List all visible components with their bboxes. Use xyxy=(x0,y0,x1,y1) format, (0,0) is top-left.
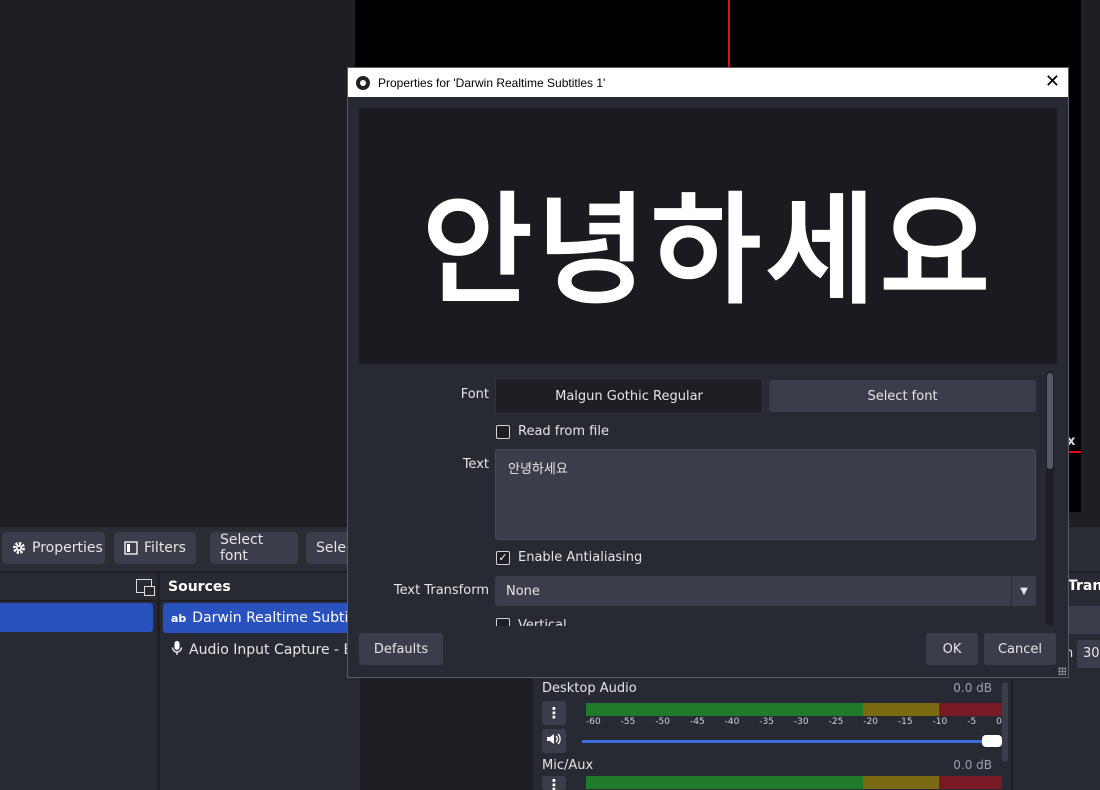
volume-meter xyxy=(586,703,1002,716)
text-source-icon: ab xyxy=(171,611,187,625)
antialiasing-row[interactable]: ✓ Enable Antialiasing xyxy=(496,550,642,565)
transitions-title: Trans xyxy=(1068,578,1100,594)
text-label: Text xyxy=(462,457,489,472)
sources-title: Sources xyxy=(160,573,360,601)
scene-item-selected[interactable] xyxy=(0,603,153,632)
filters-label: Filters xyxy=(144,540,186,556)
channel-name: Mic/Aux xyxy=(542,758,594,773)
tick-label: -40 xyxy=(724,717,740,727)
scenes-dock-header xyxy=(0,573,157,601)
read-from-file-checkbox[interactable] xyxy=(496,424,510,439)
speaker-icon xyxy=(546,732,562,750)
mixer-channel-desktop: Desktop Audio 0.0 dB ⋮ -60 -55 -50 -45 -… xyxy=(542,681,1002,753)
meter-ticks: -60 -55 -50 -45 -40 -35 -30 -25 -20 -15 … xyxy=(586,717,1002,727)
resize-grip-icon[interactable] xyxy=(1058,667,1066,675)
audio-mixer-dock: Desktop Audio 0.0 dB ⋮ -60 -55 -50 -45 -… xyxy=(533,677,1011,790)
chevron-down-icon[interactable]: ▼ xyxy=(1011,576,1036,606)
tick-label: -45 xyxy=(689,717,705,727)
undock-icon[interactable] xyxy=(136,579,155,596)
properties-button[interactable]: Properties xyxy=(2,532,105,564)
preview-text: 안녕하세요 xyxy=(422,182,994,321)
font-name-display: Malgun Gothic Regular xyxy=(495,378,763,414)
dialog-titlebar: Properties for 'Darwin Realtime Subtitle… xyxy=(348,68,1068,97)
cancel-button[interactable]: Cancel xyxy=(984,633,1056,665)
guide-line-vertical xyxy=(728,0,730,70)
tick-label: -5 xyxy=(967,717,977,727)
channel-menu-button[interactable]: ⋮ xyxy=(542,776,566,790)
scrollbar-thumb[interactable] xyxy=(1047,373,1053,469)
dialog-title: Properties for 'Darwin Realtime Subtitle… xyxy=(378,75,606,90)
ok-button[interactable]: OK xyxy=(926,633,978,665)
antialiasing-label: Enable Antialiasing xyxy=(518,550,643,565)
volume-slider-handle[interactable] xyxy=(982,735,1002,747)
defaults-button[interactable]: Defaults xyxy=(359,633,443,665)
select-font-button[interactable]: Select font xyxy=(769,380,1036,412)
volume-meter xyxy=(586,776,1002,789)
vertical-row[interactable]: Vertical xyxy=(496,618,567,626)
source-item-audio-input[interactable]: Audio Input Capture - BJ1 xyxy=(163,635,358,665)
channel-db: 0.0 dB xyxy=(953,758,992,772)
tick-label: -50 xyxy=(655,717,671,727)
mute-button[interactable] xyxy=(542,729,566,753)
obs-logo-icon xyxy=(356,75,370,90)
channel-db: 0.0 dB xyxy=(953,681,992,695)
vertical-label: Vertical xyxy=(518,618,567,626)
source-item-subtitles[interactable]: ab Darwin Realtime Subtitles 1 xyxy=(163,603,358,633)
properties-label: Properties xyxy=(32,540,103,556)
tick-label: -60 xyxy=(586,717,601,727)
filters-button[interactable]: Filters xyxy=(114,532,196,564)
tick-label: -15 xyxy=(897,717,913,727)
duration-input[interactable]: 30 xyxy=(1077,640,1100,668)
tick-label: -55 xyxy=(620,717,636,727)
mixer-scrollbar[interactable] xyxy=(1002,682,1008,762)
properties-scrollbar[interactable] xyxy=(1046,371,1054,626)
source-label: Audio Input Capture - BJ1 xyxy=(189,642,358,658)
mixer-channel-mic: Mic/Aux 0.0 dB ⋮ xyxy=(542,758,1002,790)
sources-dock: Sources ab Darwin Realtime Subtitles 1 A… xyxy=(160,573,360,790)
read-from-file-label: Read from file xyxy=(518,424,609,439)
font-label: Font xyxy=(460,387,489,402)
tick-label: -25 xyxy=(828,717,844,727)
select-font-toolbar-label: Select font xyxy=(220,532,264,564)
tick-label: -30 xyxy=(793,717,809,727)
filter-icon xyxy=(124,541,138,555)
text-transform-value: None xyxy=(506,583,540,599)
properties-dialog: Properties for 'Darwin Realtime Subtitle… xyxy=(347,67,1069,678)
text-transform-label: Text Transform xyxy=(393,583,489,598)
antialiasing-checkbox[interactable]: ✓ xyxy=(496,550,510,565)
select-font-toolbar-button[interactable]: Select font xyxy=(210,532,298,564)
tick-label: -10 xyxy=(932,717,948,727)
read-from-file-row[interactable]: Read from file xyxy=(496,424,609,439)
gear-icon xyxy=(12,541,26,555)
guide-line-horizontal xyxy=(1067,451,1081,453)
volume-slider[interactable] xyxy=(582,735,1002,747)
close-icon[interactable]: ✕ xyxy=(1045,71,1060,92)
source-preview: 안녕하세요 xyxy=(359,108,1057,364)
tick-label: -20 xyxy=(863,717,878,727)
vertical-checkbox[interactable] xyxy=(496,618,510,626)
channel-name: Desktop Audio xyxy=(542,681,637,696)
tick-label: -35 xyxy=(759,717,774,727)
text-transform-select[interactable]: None ▼ xyxy=(495,576,1036,606)
channel-menu-button[interactable]: ⋮ xyxy=(542,701,566,725)
text-input[interactable]: 안녕하세요 xyxy=(495,449,1036,540)
source-label: Darwin Realtime Subtitles 1 xyxy=(192,610,358,626)
mic-icon xyxy=(171,640,183,660)
